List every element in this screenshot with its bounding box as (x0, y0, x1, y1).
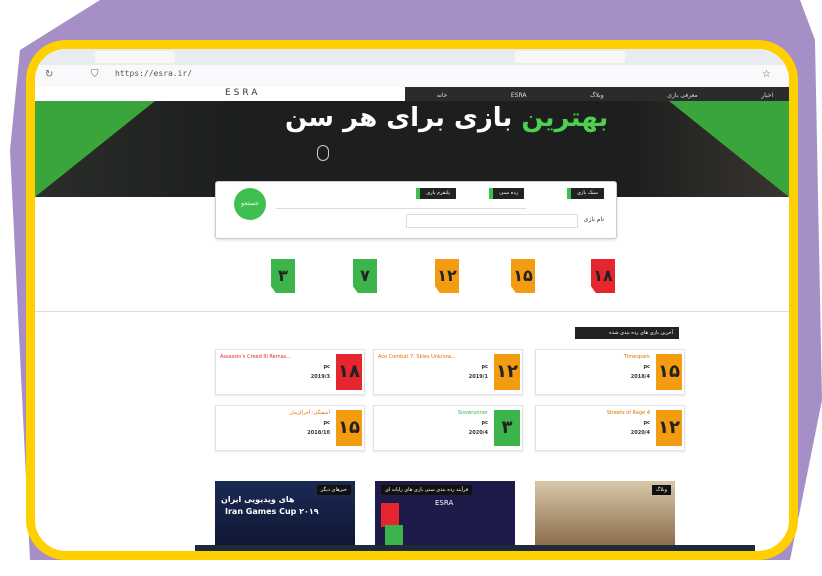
hexagon-18 (381, 503, 399, 527)
card-rating-badge: ۱۲ (656, 410, 682, 446)
hero-green-triangle-right (669, 101, 789, 197)
nav-item-esra[interactable]: ESRA (511, 92, 527, 99)
card-date: 2018/4 (630, 374, 650, 380)
browser-tab[interactable] (95, 51, 175, 63)
card-title[interactable]: Streets of Rage 4 (607, 410, 650, 416)
card-title[interactable]: Timespark (624, 354, 650, 360)
section-divider (35, 311, 789, 312)
game-card[interactable]: ۱۲ Streets of Rage 4 pc 2020/4 (535, 405, 685, 451)
game-card[interactable]: ۱۸ Assassin's Creed III Remas... pc 2019… (215, 349, 365, 395)
search-button[interactable]: جستجو (234, 188, 266, 220)
star-icon[interactable]: ☆ (762, 69, 771, 80)
nav-item-game-intro[interactable]: معرفی بازی (667, 92, 697, 99)
thumb-rating-process[interactable]: فرآیند رده بندی سنی بازی های رایانه ای E… (375, 481, 515, 547)
game-name-label: نام بازی (583, 216, 604, 223)
browser-url-bar: ↻ ⛉ https://esra.ir/ ☆ (35, 65, 789, 88)
card-platform: pc (323, 420, 330, 426)
game-card[interactable]: ۳ Snowrunner pc 2020/4 (373, 405, 523, 451)
nav-item-news[interactable]: اخبار (761, 92, 773, 99)
hero-title: بهترین بازی برای هر سن (285, 103, 608, 133)
card-date: 2019/3 (310, 374, 330, 380)
rating-badge-15[interactable]: ۱۵ (511, 259, 535, 293)
card-platform: pc (481, 420, 488, 426)
url-text[interactable]: https://esra.ir/ (115, 69, 192, 78)
card-title[interactable]: Snowrunner (458, 410, 488, 416)
card-platform: pc (643, 364, 650, 370)
thumb-blog[interactable]: وبلاگ (535, 481, 675, 547)
card-date: 2020/4 (630, 430, 650, 436)
hero-title-green: بهترین (521, 103, 609, 133)
os-taskbar (195, 545, 755, 551)
reload-icon[interactable]: ↻ (45, 69, 53, 80)
card-rating-badge: ۳ (494, 410, 520, 446)
thumb-caption: فرآیند رده بندی سنی بازی های رایانه ای (381, 485, 473, 495)
thumb-line2: Iran Games Cup ۲۰۱۹ (225, 507, 319, 516)
game-card[interactable]: ۱۲ Ace Combat 7: Skies Unknow... pc 2019… (373, 349, 523, 395)
site-header: ESRA خانه ESRA وبلاگ معرفی بازی اخبار (35, 87, 789, 103)
thumb-caption: وبلاگ (651, 485, 671, 495)
card-rating-badge: ۱۸ (336, 354, 362, 390)
latest-section-heading: آخرین بازی های رده بندی شده (575, 327, 679, 339)
site-logo[interactable]: ESRA (225, 88, 260, 98)
card-date: 2020/4 (468, 430, 488, 436)
card-title[interactable]: آشفتگی: آخرالزمان (289, 410, 330, 416)
game-card[interactable]: ۱۵ Timespark pc 2018/4 (535, 349, 685, 395)
rating-badge-3[interactable]: ۳ (271, 259, 295, 293)
thumb-news[interactable]: خبرهای دیگر های ویدیویی ایران Iran Games… (215, 481, 355, 547)
thumb-caption: خبرهای دیگر (316, 485, 351, 495)
search-divider (276, 208, 526, 209)
card-platform: pc (481, 364, 488, 370)
mouse-scroll-icon (317, 145, 329, 161)
age-ratings-row: ۳ ۷ ۱۲ ۱۵ ۱۸ (35, 249, 789, 319)
card-rating-badge: ۱۲ (494, 354, 520, 390)
filter-genre[interactable]: سبک بازی (566, 188, 604, 199)
thumb-line1: های ویدیویی ایران (221, 495, 295, 504)
filter-platform[interactable]: پلتفرم بازی (416, 188, 456, 199)
hero-title-white: بازی برای هر سن (285, 103, 513, 133)
card-title[interactable]: Assassin's Creed III Remas... (220, 354, 291, 360)
thumb-line1: ESRA (435, 499, 454, 507)
card-date: 2019/1 (468, 374, 488, 380)
browser-tab-active[interactable] (515, 51, 625, 63)
rating-badge-12[interactable]: ۱۲ (435, 259, 459, 293)
search-panel: جستجو سبک بازی رده سنی پلتفرم بازی نام ب… (215, 181, 617, 239)
hero-green-triangle-left (35, 101, 155, 197)
screenshot-frame: ↻ ⛉ https://esra.ir/ ☆ ESRA خانه ESRA وب… (26, 40, 798, 560)
hexagon-7 (385, 525, 403, 545)
card-rating-badge: ۱۵ (656, 354, 682, 390)
card-date: 2018/10 (307, 430, 330, 436)
nav-item-blog[interactable]: وبلاگ (590, 92, 604, 99)
card-platform: pc (323, 364, 330, 370)
card-rating-badge: ۱۵ (336, 410, 362, 446)
rating-badge-7[interactable]: ۷ (353, 259, 377, 293)
game-card[interactable]: ۱۵ آشفتگی: آخرالزمان pc 2018/10 (215, 405, 365, 451)
rating-badge-18[interactable]: ۱۸ (591, 259, 615, 293)
filter-age[interactable]: رده سنی (489, 188, 524, 199)
game-name-input[interactable] (406, 214, 578, 228)
card-title[interactable]: Ace Combat 7: Skies Unknow... (378, 354, 456, 360)
nav-item-home[interactable]: خانه (437, 92, 447, 99)
card-platform: pc (643, 420, 650, 426)
browser-tab-bar (35, 49, 789, 65)
shield-icon: ⛉ (91, 69, 99, 80)
